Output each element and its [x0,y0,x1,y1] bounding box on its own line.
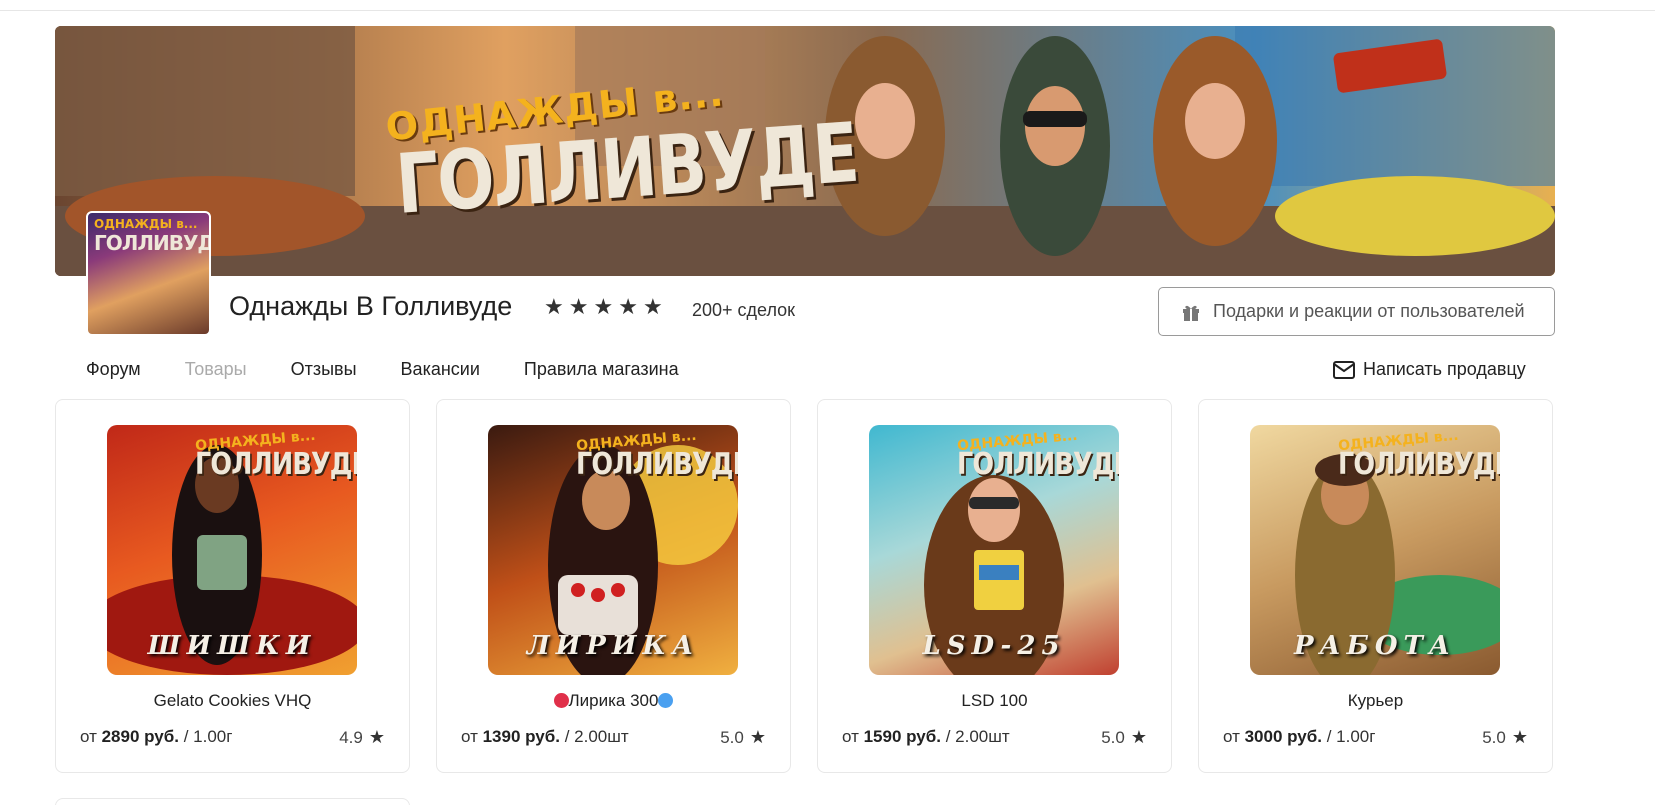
top-divider [0,10,1655,11]
gift-icon [1183,305,1199,321]
product-card-partial[interactable] [55,798,410,805]
product-image-caption: РАБОТА [1293,631,1457,661]
star-icon: ★ [642,294,663,319]
product-rating: 5.0 ★ [1482,727,1528,747]
price-value: 1390 руб. [482,727,560,746]
product-image-caption: ШИШКИ [147,631,317,661]
product-price: от 2890 руб. / 1.00г [80,727,233,746]
product-card[interactable]: ОДНАЖДЫ в... ГОЛЛИВУДЕ ЛИРИКА Лирика 300… [436,399,791,773]
avatar-title-small: ОДНАЖДЫ в... [94,217,198,231]
star-icon: ★ [1511,727,1528,747]
star-icon: ★ [1130,727,1147,747]
price-value: 3000 руб. [1244,727,1322,746]
product-image-title-large: ГОЛЛИВУДЕ [1338,447,1500,482]
product-image-title-large: ГОЛЛИВУДЕ [576,447,738,482]
shop-nav: Форум Товары Отзывы Вакансии Правила маг… [86,359,723,380]
product-image-title-large: ГОЛЛИВУДЕ [957,447,1119,482]
product-image[interactable]: ОДНАЖДЫ в... ГОЛЛИВУДЕ ШИШКИ [107,425,357,675]
price-value: 2890 руб. [101,727,179,746]
star-icon: ★ [544,294,564,319]
deals-count: 200+ сделок [692,300,796,320]
product-image-caption: ЛИРИКА [526,631,700,661]
gifts-reactions-button[interactable]: Подарки и реакции от пользователей [1158,287,1555,336]
product-name[interactable]: Gelato Cookies VHQ [56,691,409,711]
shop-title: Однажды В Голливуде [229,291,513,321]
product-card[interactable]: ОДНАЖДЫ в... ГОЛЛИВУДЕ LSD-25 LSD 100 от… [817,399,1172,773]
price-value: 1590 руб. [863,727,941,746]
star-icon: ★ [593,294,614,319]
product-rating: 4.9 ★ [339,727,385,747]
star-icon: ★ [368,727,385,747]
product-image[interactable]: ОДНАЖДЫ в... ГОЛЛИВУДЕ LSD-25 [869,425,1119,675]
mail-icon [1333,360,1355,379]
product-image[interactable]: ОДНАЖДЫ в... ГОЛЛИВУДЕ РАБОТА [1250,425,1500,675]
product-name[interactable]: Лирика 300 [437,691,790,711]
star-icon: ★ [749,727,766,747]
product-image-caption: LSD-25 [922,631,1066,661]
shop-banner: ОДНАЖДЫ в... ГОЛЛИВУДЕ [55,26,1555,276]
product-rating: 5.0 ★ [1101,727,1147,747]
product-name[interactable]: Курьер [1199,691,1552,711]
tab-forum[interactable]: Форум [86,359,141,380]
tab-reviews[interactable]: Отзывы [291,359,357,380]
product-image[interactable]: ОДНАЖДЫ в... ГОЛЛИВУДЕ ЛИРИКА [488,425,738,675]
product-card[interactable]: ОДНАЖДЫ в... ГОЛЛИВУДЕ РАБОТА Курьер от … [1198,399,1553,773]
shop-avatar[interactable]: ОДНАЖДЫ в... ГОЛЛИВУДЕ [86,211,211,336]
star-icon: ★ [618,294,638,319]
tab-shop-rules[interactable]: Правила магазина [524,359,679,380]
avatar-title-large: ГОЛЛИВУДЕ [94,231,209,255]
message-seller-button[interactable]: Написать продавцу [1333,359,1526,380]
product-grid: ОДНАЖДЫ в... ГОЛЛИВУДЕ ШИШКИ Gelato Cook… [55,399,1553,773]
gifts-reactions-label: Подарки и реакции от пользователей [1213,301,1525,321]
red-dot-icon [553,693,569,708]
tab-products[interactable]: Товары [185,359,247,380]
blue-dot-icon [658,693,674,708]
product-card[interactable]: ОДНАЖДЫ в... ГОЛЛИВУДЕ ШИШКИ Gelato Cook… [55,399,410,773]
shop-rating-stars: ★ ★ ★ ★ ★ [544,294,663,320]
tab-vacancies[interactable]: Вакансии [401,359,480,380]
product-price: от 1390 руб. / 2.00шт [461,727,629,746]
product-price: от 1590 руб. / 2.00шт [842,727,1010,746]
star-icon: ★ [568,294,589,319]
product-price: от 3000 руб. / 1.00г [1223,727,1376,746]
product-rating: 5.0 ★ [720,727,766,747]
product-image-title-large: ГОЛЛИВУДЕ [195,447,357,482]
product-name[interactable]: LSD 100 [818,691,1171,711]
message-seller-label: Написать продавцу [1363,359,1526,379]
